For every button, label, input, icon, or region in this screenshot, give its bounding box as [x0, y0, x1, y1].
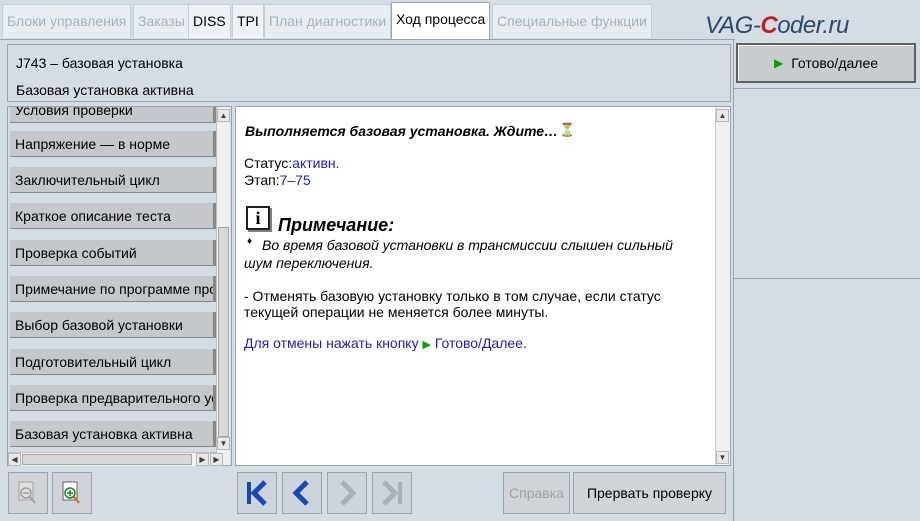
cancel-hint-button-ref: Готово/Далее.: [434, 335, 527, 351]
tab-process[interactable]: Ход процесса: [391, 2, 491, 39]
stage-value: 7–75: [279, 172, 311, 188]
note-text-line1: Во время базовой установки в трансмиссии…: [262, 237, 673, 253]
tab-orders[interactable]: Заказы: [133, 4, 190, 38]
list-item[interactable]: Напряжение — в норме: [10, 131, 216, 157]
stage-line: Этап:7–75: [244, 172, 311, 188]
control-unit-title: J743 – базовая установка: [16, 55, 183, 71]
scroll-left-icon[interactable]: ◀: [8, 453, 21, 466]
content-scrollbar[interactable]: ▲ ▼: [715, 107, 730, 465]
scroll-right-icon[interactable]: ▶: [196, 453, 209, 466]
first-page-button[interactable]: [237, 472, 277, 514]
status-value: активн.: [292, 155, 340, 171]
list-item[interactable]: Заключительный цикл: [10, 167, 216, 193]
list-item[interactable]: Примечание по программе проверки: [10, 276, 216, 302]
step-list-hscrollbar[interactable]: ◀ ▶ ▶: [8, 452, 223, 466]
cancel-hint: Для отмены нажать кнопку ▶ Готово/Далее.: [244, 335, 527, 351]
watermark-logo: VAG-Coder.ru: [705, 12, 849, 39]
play-icon: ▶: [422, 339, 431, 351]
list-item[interactable]: Краткое описание теста: [10, 203, 216, 229]
paragraph-line2: текущей операции не меняется более минут…: [244, 304, 549, 320]
chevron-right-icon: [340, 480, 357, 506]
note-text-line2: шум переключения.: [244, 255, 374, 271]
last-page-button[interactable]: [372, 472, 412, 514]
hourglass-icon: ⏳: [559, 122, 576, 137]
right-panel: ▶ Готово/далее: [733, 40, 920, 521]
play-icon: ▶: [773, 56, 784, 70]
scroll-right-icon[interactable]: ▶: [210, 453, 223, 466]
tab-diss[interactable]: DISS: [188, 4, 231, 38]
bullet-icon: ♦: [247, 236, 253, 247]
help-button[interactable]: Справка: [503, 472, 570, 514]
list-item[interactable]: Проверка событий: [10, 240, 216, 266]
current-step-title: Базовая установка активна: [16, 82, 194, 98]
tab-bar: Блоки управления Заказы DISS TPI План ди…: [0, 0, 735, 40]
step-list-scrollbar[interactable]: ▲ ▼: [216, 107, 230, 465]
divider: [734, 278, 920, 279]
chevron-left-icon: [292, 480, 309, 506]
paragraph-line1: - Отменять базовую установку только в то…: [244, 288, 661, 304]
list-item[interactable]: Проверка предварительного условия: [10, 385, 216, 411]
list-item[interactable]: Выбор базовой установки: [10, 312, 216, 338]
last-page-icon: [382, 480, 402, 506]
tab-tpi[interactable]: TPI: [232, 4, 264, 38]
note-title: Примечание:: [278, 215, 395, 235]
tab-control-units[interactable]: Блоки управления: [2, 4, 132, 38]
step-list: Условия проверки Напряжение — в норме За…: [7, 106, 232, 466]
status-line: Статус:активн.: [244, 155, 340, 171]
scroll-thumb[interactable]: [22, 454, 192, 465]
tab-diagnosis-plan[interactable]: План диагностики: [264, 4, 392, 38]
first-page-icon: [247, 480, 267, 506]
scroll-down-icon[interactable]: ▼: [217, 437, 230, 450]
ready-next-button[interactable]: ▶ Готово/далее: [736, 43, 916, 83]
zoom-in-button[interactable]: [52, 472, 92, 514]
status-label: Статус:: [244, 155, 293, 171]
stage-label: Этап:: [244, 172, 280, 188]
process-header: J743 – базовая установка Базовая установ…: [7, 44, 731, 102]
zoom-out-icon: [18, 481, 36, 504]
content-title: Выполняется базовая установка. Ждите…: [245, 123, 559, 139]
list-item[interactable]: Подготовительный цикл: [10, 349, 216, 375]
scroll-up-icon[interactable]: ▲: [217, 109, 230, 122]
scroll-up-icon[interactable]: ▲: [716, 109, 729, 122]
zoom-in-icon: [62, 481, 80, 504]
scroll-down-icon[interactable]: ▼: [716, 451, 729, 464]
zoom-out-button[interactable]: [8, 472, 48, 514]
list-item[interactable]: Базовая установка активна: [10, 421, 216, 447]
next-page-button[interactable]: [327, 472, 367, 514]
info-icon: i: [246, 206, 270, 230]
abort-test-button[interactable]: Прервать проверку: [573, 472, 726, 514]
previous-page-button[interactable]: [282, 472, 322, 514]
list-item[interactable]: Условия проверки: [10, 107, 216, 123]
cancel-hint-text: Для отмены нажать кнопку: [244, 335, 419, 351]
divider: [734, 88, 920, 89]
ready-next-label: Готово/далее: [791, 55, 879, 71]
tab-special-functions[interactable]: Специальные функции: [492, 4, 652, 38]
scroll-thumb[interactable]: [218, 227, 229, 437]
